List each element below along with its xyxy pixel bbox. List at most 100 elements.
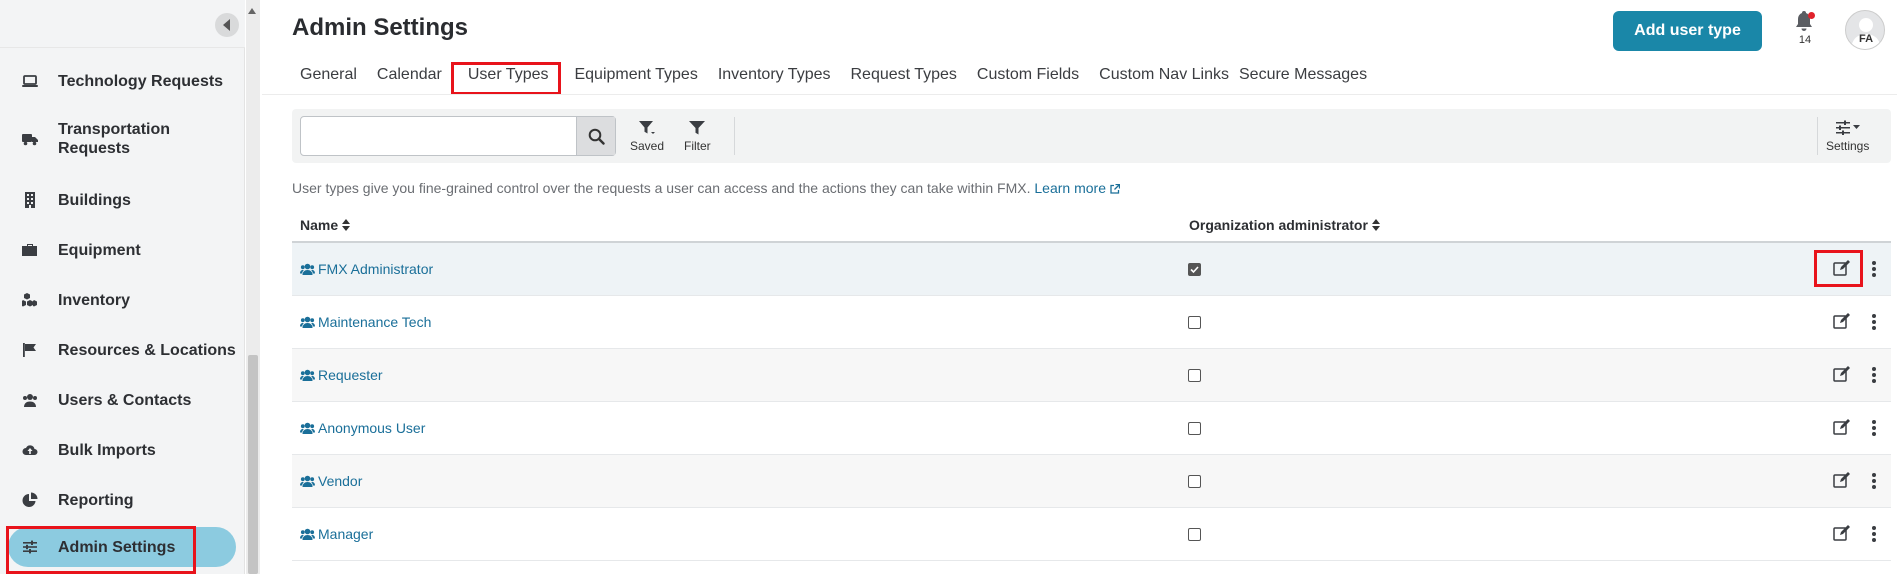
- edit-button[interactable]: [1833, 419, 1851, 437]
- collapse-sidebar-button[interactable]: [215, 13, 239, 37]
- user-type-link[interactable]: Vendor: [300, 473, 362, 489]
- external-link-icon: [1110, 184, 1120, 194]
- laptop-icon: [20, 71, 40, 91]
- info-description: User types give you fine-grained control…: [292, 180, 1031, 196]
- sidebar-scrollbar-thumb[interactable]: [248, 355, 258, 574]
- sidebar-item-admin-settings[interactable]: Admin Settings: [8, 527, 236, 567]
- org-admin-checkbox[interactable]: [1188, 369, 1201, 382]
- table-row: Maintenance Tech: [292, 296, 1891, 349]
- tabs-divider: [262, 94, 1897, 95]
- sidebar-item-resources-locations[interactable]: Resources & Locations: [8, 335, 236, 365]
- tab-request-types[interactable]: Request Types: [840, 60, 966, 90]
- sliders-icon: [20, 537, 40, 557]
- more-options-button[interactable]: [1870, 367, 1878, 385]
- tab-inventory-types[interactable]: Inventory Types: [708, 60, 841, 90]
- more-options-button[interactable]: [1870, 526, 1878, 544]
- sidebar-item-label: Transportation Requests: [58, 121, 171, 157]
- more-options-button[interactable]: [1870, 314, 1878, 332]
- sidebar-item-reporting[interactable]: Reporting: [8, 485, 236, 515]
- user-type-name: Requester: [318, 367, 383, 383]
- edit-icon: [1833, 419, 1850, 435]
- user-type-link[interactable]: Manager: [300, 526, 373, 542]
- tab-equipment-types[interactable]: Equipment Types: [564, 60, 707, 90]
- building-icon: [20, 190, 40, 210]
- settings-button[interactable]: Settings: [1826, 119, 1869, 153]
- edit-icon: [1833, 525, 1850, 541]
- sidebar-item-label: Buildings: [58, 191, 131, 209]
- add-user-type-button[interactable]: Add user type: [1613, 11, 1762, 51]
- users-icon: [300, 369, 315, 381]
- table-row: Requester: [292, 349, 1891, 402]
- tab-general[interactable]: General: [290, 60, 367, 90]
- sidebar-item-bulk-imports[interactable]: Bulk Imports: [8, 435, 236, 465]
- column-header-label: Organization administrator: [1189, 217, 1368, 233]
- edit-icon: [1833, 366, 1850, 382]
- edit-button[interactable]: [1833, 260, 1851, 278]
- sidebar-item-inventory[interactable]: Inventory: [8, 285, 236, 315]
- table-row: FMX Administrator: [292, 243, 1891, 296]
- org-admin-checkbox[interactable]: [1188, 528, 1201, 541]
- org-admin-checkbox[interactable]: [1188, 316, 1201, 329]
- sidebar-item-label: Technology Requests: [58, 72, 224, 90]
- toolbox-icon: [20, 240, 40, 260]
- user-type-link[interactable]: Maintenance Tech: [300, 314, 431, 330]
- more-options-button[interactable]: [1870, 473, 1878, 491]
- flag-icon: [20, 340, 40, 360]
- learn-more-label: Learn more: [1034, 180, 1106, 196]
- org-admin-checkbox[interactable]: [1188, 263, 1201, 276]
- edit-button[interactable]: [1833, 472, 1851, 490]
- column-header-name[interactable]: Name: [300, 217, 351, 233]
- tab-secure-messages[interactable]: Secure Messages: [1234, 60, 1377, 90]
- edit-button[interactable]: [1833, 525, 1851, 543]
- saved-filters-button[interactable]: Saved: [630, 119, 664, 153]
- tab-calendar[interactable]: Calendar: [367, 60, 452, 90]
- sidebar-item-users-contacts[interactable]: Users & Contacts: [8, 385, 236, 415]
- sidebar-item-technology-requests[interactable]: Technology Requests: [8, 66, 236, 96]
- avatar[interactable]: FA: [1845, 10, 1885, 50]
- chevron-left-icon: [223, 19, 230, 31]
- org-admin-checkbox[interactable]: [1188, 475, 1201, 488]
- toolbar-divider: [1817, 117, 1818, 155]
- scroll-up-arrow-icon[interactable]: [248, 8, 256, 14]
- search-icon: [588, 128, 605, 145]
- sidebar-item-equipment[interactable]: Equipment: [8, 235, 236, 265]
- sort-icon: [342, 219, 351, 231]
- column-header-org-admin[interactable]: Organization administrator: [1189, 217, 1380, 233]
- search-input[interactable]: [301, 117, 576, 155]
- notification-dot: [1808, 12, 1815, 19]
- sidebar-item-label: Bulk Imports: [58, 441, 156, 459]
- user-type-link[interactable]: Anonymous User: [300, 420, 425, 436]
- saved-label: Saved: [630, 139, 665, 153]
- user-type-link[interactable]: Requester: [300, 367, 383, 383]
- users-icon: [300, 263, 315, 275]
- cubes-icon: [20, 290, 40, 310]
- tab-custom-nav-links[interactable]: Custom Nav Links: [1089, 60, 1234, 90]
- filter-button[interactable]: Filter: [684, 119, 711, 153]
- tab-custom-fields[interactable]: Custom Fields: [967, 60, 1089, 90]
- edit-button[interactable]: [1833, 313, 1851, 331]
- user-type-name: Manager: [318, 526, 374, 542]
- more-options-button[interactable]: [1870, 261, 1878, 279]
- sidebar-item-transportation-requests[interactable]: Transportation Requests: [8, 117, 236, 161]
- edit-button[interactable]: [1833, 366, 1851, 384]
- checkmark-icon: [1189, 264, 1200, 275]
- toolbar: Saved Filter Settings: [292, 109, 1891, 163]
- tab-user-types[interactable]: User Types: [452, 60, 565, 90]
- learn-more-link[interactable]: Learn more: [1034, 180, 1120, 196]
- user-type-name: Vendor: [318, 473, 363, 489]
- sidebar: Technology Requests Transportation Reque…: [0, 0, 245, 574]
- search-button[interactable]: [576, 117, 615, 155]
- users-icon: [300, 528, 315, 540]
- sliders-dropdown-icon: [1835, 120, 1860, 135]
- sidebar-item-label: Resources & Locations: [58, 341, 236, 359]
- user-type-link[interactable]: FMX Administrator: [300, 261, 433, 277]
- sidebar-topbar: [0, 0, 245, 48]
- table-row: Vendor: [292, 455, 1891, 508]
- truck-icon: [20, 129, 40, 149]
- org-admin-checkbox[interactable]: [1188, 422, 1201, 435]
- sidebar-item-label: Admin Settings: [58, 538, 176, 556]
- users-icon: [300, 475, 315, 487]
- sidebar-item-buildings[interactable]: Buildings: [8, 185, 236, 215]
- more-options-button[interactable]: [1870, 420, 1878, 438]
- main-content: Admin Settings Add user type 14 FA Gener…: [262, 0, 1897, 574]
